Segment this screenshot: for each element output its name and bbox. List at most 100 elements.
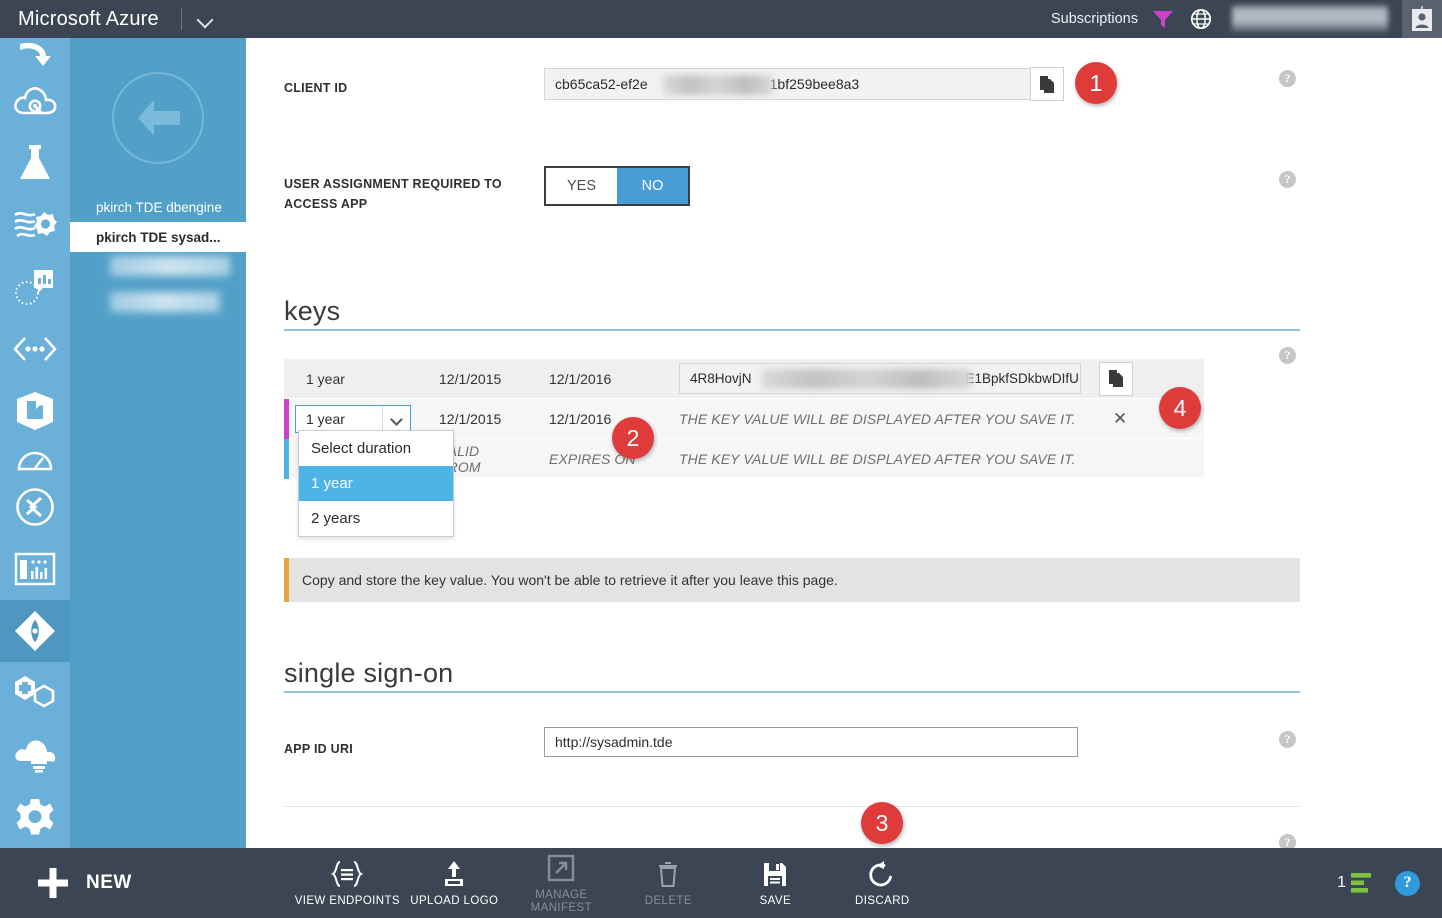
copy-client-id-button[interactable]	[1030, 67, 1064, 101]
help-icon[interactable]: ?	[1279, 347, 1296, 364]
top-navigation-bar: Microsoft Azure Subscriptions	[0, 0, 1442, 38]
client-id-value-prefix: cb65ca52-ef2e	[555, 76, 648, 92]
save-label: SAVE	[759, 895, 792, 907]
gear-icon	[16, 798, 54, 835]
help-icon[interactable]: ?	[1279, 70, 1296, 87]
service-icon-rail	[0, 38, 70, 848]
save-button[interactable]: SAVE	[722, 848, 829, 918]
server-rack-icon	[14, 552, 56, 585]
account-name-field[interactable]	[1232, 6, 1388, 32]
manage-manifest-button[interactable]: MANAGE MANIFEST	[508, 848, 615, 918]
sidebar-item-pkirch-tde-dbengine[interactable]: pkirch TDE dbengine	[70, 192, 246, 222]
key-value-suffix: E1BpkfSDkbwDIfUP8=	[965, 371, 1080, 386]
app-id-uri-input[interactable]: http://sysadmin.tde	[544, 727, 1078, 757]
keys-section-rule	[284, 329, 1300, 331]
row-modified-marker	[284, 399, 289, 439]
annotation-badge-3: 3	[861, 802, 903, 844]
sidebar-item-scheduler[interactable]	[0, 380, 70, 442]
chevron-down-icon[interactable]	[196, 9, 216, 29]
dropdown-option-select-duration[interactable]: Select duration	[299, 431, 453, 466]
filter-icon[interactable]	[1152, 9, 1174, 29]
client-id-blurred-segment	[663, 75, 773, 95]
code-brackets-icon	[13, 337, 57, 361]
nav-item-label: pkirch TDE sysad...	[96, 229, 221, 245]
delete-key-row-button[interactable]: ✕	[1113, 409, 1127, 429]
user-assignment-toggle[interactable]: YES NO	[544, 166, 690, 206]
view-endpoints-button[interactable]: VIEW ENDPOINTS	[294, 848, 401, 918]
sidebar-item-api-management[interactable]	[0, 318, 70, 380]
help-icon[interactable]: ?	[1279, 731, 1296, 748]
sso-section-rule	[284, 691, 1300, 693]
duration-select-box[interactable]: 1 year	[295, 404, 411, 433]
sidebar-item-active-directory[interactable]	[0, 599, 70, 662]
copy-icon	[1108, 370, 1123, 387]
sidebar-item-cloud-services[interactable]	[0, 70, 70, 132]
active-directory-icon	[15, 610, 55, 651]
sidebar-item-backup[interactable]	[0, 724, 70, 786]
remote-connect-icon	[16, 487, 54, 526]
keys-section-title: keys	[284, 296, 341, 326]
chevron-down-icon[interactable]	[382, 405, 410, 432]
client-id-field[interactable]: cb65ca52-ef2e 1bf259bee8a3	[544, 68, 1034, 100]
toggle-option-yes[interactable]: YES	[546, 168, 617, 204]
sidebar-item-machine-learning[interactable]	[0, 132, 70, 194]
dropdown-option-2-years[interactable]: 2 years	[299, 501, 453, 536]
table-row[interactable]: 1 year 12/1/2015 12/1/2016 4R8HovjN E1Bp…	[284, 359, 1204, 399]
delete-button[interactable]: DELETE	[615, 848, 722, 918]
key-duration-cell: 1 year	[306, 370, 345, 387]
sidebar-item-servers[interactable]	[0, 538, 70, 600]
azure-brand-logo[interactable]: Microsoft Azure	[0, 8, 159, 31]
help-icon[interactable]: ?	[1279, 834, 1296, 848]
discard-button[interactable]: DISCARD	[829, 848, 936, 918]
key-value-field[interactable]: 4R8HovjN E1BpkfSDkbwDIfUP8=	[679, 363, 1081, 394]
key-value-prefix: 4R8HovjN	[690, 371, 752, 386]
sidebar-item-stream-analytics[interactable]	[0, 194, 70, 256]
command-group: VIEW ENDPOINTS UPLOAD LOGO MANAGE MANIFE…	[294, 848, 936, 918]
key-valid-from-cell: 12/1/2015	[439, 370, 502, 387]
key-expires-on-header: EXPIRES ON	[549, 450, 636, 467]
help-icon[interactable]: ?	[1395, 870, 1420, 896]
bottom-command-bar: NEW VIEW ENDPOINTS UPLOAD LOGO MANAGE MA…	[0, 848, 1442, 918]
row-new-marker	[284, 439, 289, 479]
client-id-label: CLIENT ID	[284, 81, 348, 95]
trash-icon	[656, 858, 680, 888]
dropdown-option-1-year[interactable]: 1 year	[299, 466, 453, 501]
key-expires-on-cell: 12/1/2016	[549, 410, 612, 427]
brand-divider	[180, 8, 182, 30]
upload-logo-button[interactable]: UPLOAD LOGO	[401, 848, 508, 918]
blade-breadcrumb-column: pkirch TDE dbengine pkirch TDE sysad...	[70, 38, 246, 848]
sidebar-item-marketplace[interactable]	[0, 662, 70, 724]
annotation-badge-4: 4	[1159, 387, 1201, 429]
gauge-icon	[17, 451, 53, 471]
nav-item-label: pkirch TDE dbengine	[96, 199, 222, 215]
help-icon[interactable]: ?	[1279, 171, 1296, 188]
app-id-uri-label: APP ID URI	[284, 742, 353, 756]
key-valid-from-cell: 12/1/2015	[439, 410, 502, 427]
sso-section-title: single sign-on	[284, 658, 454, 688]
sidebar-item-data-insights[interactable]	[0, 256, 70, 318]
globe-icon[interactable]	[1190, 8, 1212, 30]
sidebar-item-traffic-manager[interactable]	[0, 442, 70, 476]
plus-icon	[38, 868, 68, 898]
toggle-option-no[interactable]: NO	[617, 168, 688, 204]
undo-icon	[868, 858, 896, 888]
sidebar-item-pkirch-tde-sysadmin[interactable]: pkirch TDE sysad...	[70, 222, 246, 252]
sidebar-item-settings[interactable]	[0, 786, 70, 848]
view-endpoints-label: VIEW ENDPOINTS	[294, 895, 400, 907]
copy-key-value-button[interactable]	[1099, 361, 1133, 396]
section-divider	[284, 806, 1300, 807]
subscriptions-label[interactable]: Subscriptions	[1051, 11, 1138, 27]
list-green-icon[interactable]	[1349, 872, 1375, 894]
notification-count: 1	[1337, 874, 1346, 891]
shuffle-icon	[17, 391, 53, 430]
duration-dropdown-menu[interactable]: Select duration 1 year 2 years	[298, 430, 454, 537]
new-button[interactable]: NEW	[0, 866, 132, 900]
key-duration-select[interactable]: 1 year	[284, 404, 439, 433]
nav-item-blurred-2[interactable]	[110, 292, 220, 312]
new-button-label: NEW	[86, 872, 132, 893]
sidebar-item-remoteapp[interactable]	[0, 476, 70, 538]
nav-item-blurred-1[interactable]	[110, 256, 230, 276]
sidebar-item-recovery[interactable]	[0, 40, 70, 70]
app-id-uri-value: http://sysadmin.tde	[555, 734, 673, 750]
avatar[interactable]	[1402, 0, 1442, 38]
